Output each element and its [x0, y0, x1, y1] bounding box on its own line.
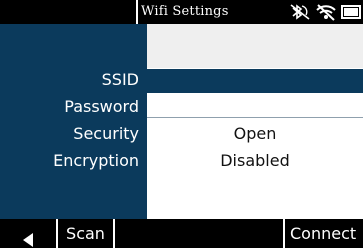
- scan-label: Scan: [66, 224, 105, 243]
- label-panel: SSID Password Security Encryption: [0, 24, 147, 219]
- back-button[interactable]: [4, 219, 52, 248]
- left-arrow-icon: [22, 227, 34, 248]
- encryption-label: Encryption: [53, 151, 139, 170]
- ssid-field[interactable]: [147, 69, 363, 93]
- screen-title: Wifi Settings: [141, 4, 229, 19]
- status-bar: Wifi Settings: [0, 0, 363, 24]
- security-value[interactable]: Open: [147, 125, 363, 143]
- encryption-value[interactable]: Disabled: [147, 152, 363, 170]
- battery-icon: [341, 3, 361, 25]
- header-band: [147, 24, 363, 68]
- status-separator: [136, 0, 138, 24]
- password-label: Password: [64, 97, 139, 116]
- connect-button[interactable]: Connect: [283, 219, 363, 248]
- bluetooth-off-icon: [289, 3, 311, 25]
- password-field[interactable]: [147, 94, 363, 118]
- wifi-settings-screen: Wifi Settings SSID Password Security Enc…: [0, 0, 363, 248]
- status-icons: [289, 3, 361, 21]
- wifi-off-icon: [315, 3, 337, 25]
- settings-fields: Open Disabled: [147, 24, 363, 219]
- security-label: Security: [73, 124, 139, 143]
- softkey-bar: Scan Connect: [0, 219, 363, 248]
- ssid-label: SSID: [101, 70, 139, 89]
- connect-label: Connect: [290, 224, 357, 243]
- scan-button[interactable]: Scan: [56, 219, 115, 248]
